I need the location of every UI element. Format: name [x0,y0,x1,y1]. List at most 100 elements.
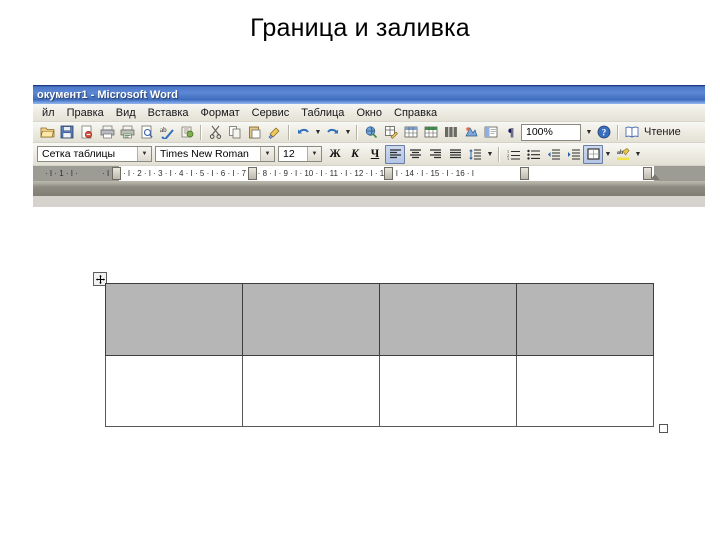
copy-icon[interactable] [225,123,245,142]
ruler-ticks: · I · 1 · I · · I · 1 · I · 2 · I · 3 · … [45,169,475,178]
chevron-down-icon[interactable]: ▼ [137,147,151,161]
document-background-strip [33,182,705,196]
svg-text:ab: ab [160,126,167,134]
table-cell[interactable] [516,283,654,356]
print-icon[interactable] [97,123,117,142]
table-row [105,355,654,427]
menu-item-insert[interactable]: Вставка [142,106,195,120]
table-row [105,283,654,356]
table-cell[interactable] [516,355,654,427]
table-cell[interactable] [242,355,380,427]
redo-dropdown-arrow-icon[interactable]: ▼ [343,123,353,142]
borders-dropdown-arrow-icon[interactable]: ▼ [603,145,613,164]
ruler-right-indent-triangle-icon[interactable] [650,174,660,180]
menu-item-table[interactable]: Таблица [295,106,350,120]
show-marks-icon[interactable]: ¶ [501,123,521,142]
undo-dropdown-arrow-icon[interactable]: ▼ [313,123,323,142]
zoom-combo[interactable]: 100% [521,123,581,141]
underline-label: Ч [370,148,380,160]
search-icon[interactable] [137,123,157,142]
style-value: Сетка таблицы [42,148,116,160]
underline-button[interactable]: Ч [365,145,385,164]
title-bar: окумент1 - Microsoft Word [33,85,705,104]
menu-bar: йл Правка Вид Вставка Формат Сервис Табл… [33,104,705,122]
increase-indent-icon[interactable] [563,145,583,164]
font-size-combo[interactable]: 12 ▼ [278,146,322,162]
menu-item-format[interactable]: Формат [195,106,246,120]
save-icon[interactable] [57,123,77,142]
word-table[interactable] [105,283,654,427]
line-spacing-icon[interactable] [465,145,485,164]
paste-icon[interactable] [245,123,265,142]
redo-icon[interactable] [323,123,343,142]
chevron-down-icon[interactable]: ▼ [260,147,274,161]
zoom-dropdown-arrow-icon[interactable]: ▼ [584,123,594,142]
formatting-toolbar: Сетка таблицы ▼ Times New Roman ▼ 12 ▼ Ж… [33,143,705,166]
menu-item-window[interactable]: Окно [350,106,388,120]
font-value: Times New Roman [160,148,249,160]
svg-text:3: 3 [507,156,509,160]
ruler-column-marker-3[interactable] [520,167,529,180]
page-title: Граница и заливка [250,14,470,42]
ruler-column-marker-2[interactable] [384,167,393,180]
table-resize-handle-icon[interactable] [659,424,668,433]
italic-button[interactable]: К [345,145,365,164]
print-preview-icon[interactable] [117,123,137,142]
menu-item-service[interactable]: Сервис [246,106,296,120]
menu-item-help[interactable]: Справка [388,106,443,120]
decrease-indent-icon[interactable] [543,145,563,164]
table-cell[interactable] [105,355,243,427]
bullets-icon[interactable] [523,145,543,164]
font-combo[interactable]: Times New Roman ▼ [155,146,275,162]
ruler-column-marker-1[interactable] [248,167,257,180]
font-size-value: 12 [283,148,295,160]
title-bar-text: окумент1 - Microsoft Word [37,88,178,101]
chevron-down-icon[interactable]: ▼ [307,147,321,161]
spelling-icon[interactable]: ab [157,123,177,142]
reading-mode-label[interactable]: Чтение [642,126,683,138]
ruler-tab-marker-left[interactable] [112,167,121,180]
table-cell[interactable] [379,283,517,356]
style-combo[interactable]: Сетка таблицы ▼ [37,146,152,162]
research-icon[interactable] [177,123,197,142]
toolbar-separator [200,124,202,140]
numbering-icon[interactable]: 123 [503,145,523,164]
format-painter-icon[interactable] [265,123,285,142]
table-cell[interactable] [105,283,243,356]
menu-item-file[interactable]: йл [36,106,61,120]
align-right-icon[interactable] [425,145,445,164]
bold-label: Ж [329,148,341,160]
standard-toolbar: ab ▼ ▼ ¶ 100% ▼ ? Чтение [33,122,705,143]
document-map-icon[interactable] [481,123,501,142]
help-icon[interactable]: ? [594,123,614,142]
permission-icon[interactable] [77,123,97,142]
tables-borders-icon[interactable] [381,123,401,142]
move-arrows-glyph [95,274,105,284]
undo-icon[interactable] [293,123,313,142]
open-icon[interactable] [37,123,57,142]
align-justify-icon[interactable] [445,145,465,164]
menu-item-edit[interactable]: Правка [61,106,110,120]
line-spacing-dropdown-arrow-icon[interactable]: ▼ [485,145,495,164]
cut-icon[interactable] [205,123,225,142]
toolbar-separator [356,124,358,140]
horizontal-ruler[interactable]: · I · 1 · I · · I · 1 · I · 2 · I · 3 · … [33,166,705,182]
drawing-icon[interactable] [461,123,481,142]
insert-table-icon[interactable] [401,123,421,142]
toolbar-separator [498,146,500,162]
bold-button[interactable]: Ж [325,145,345,164]
table-cell[interactable] [242,283,380,356]
highlight-dropdown-arrow-icon[interactable]: ▼ [633,145,643,164]
columns-icon[interactable] [441,123,461,142]
align-left-icon[interactable] [385,144,405,164]
word-window: окумент1 - Microsoft Word йл Правка Вид … [33,85,705,207]
align-center-icon[interactable] [405,145,425,164]
reading-mode-icon[interactable] [622,123,642,142]
insert-excel-icon[interactable] [421,123,441,142]
borders-icon[interactable] [583,144,603,164]
menu-item-view[interactable]: Вид [110,106,142,120]
toolbar-separator [288,124,290,140]
table-cell[interactable] [379,355,517,427]
highlight-color-icon[interactable]: ab [613,145,633,164]
hyperlink-icon[interactable] [361,123,381,142]
